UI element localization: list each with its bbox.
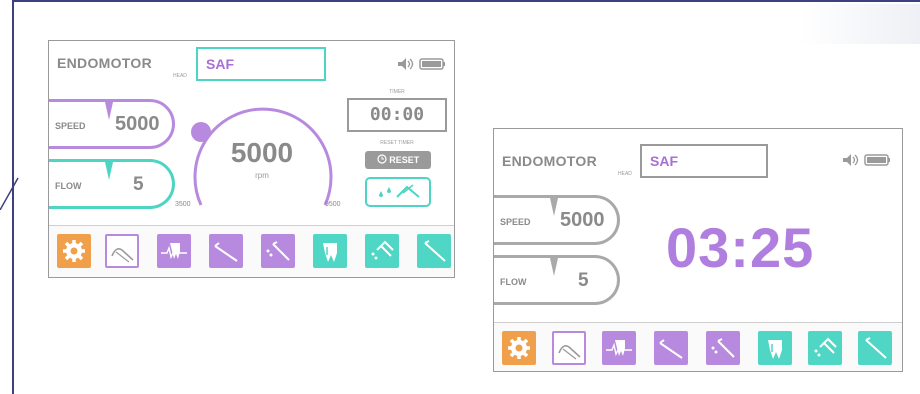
- tool-bar: [49, 225, 454, 277]
- speed-label: SPEED: [55, 121, 86, 131]
- handpiece-tool-button[interactable]: [105, 234, 139, 268]
- speed-control[interactable]: SPEED 5000: [494, 195, 620, 245]
- speed-value: 5000: [560, 209, 605, 231]
- connector-line: [0, 177, 19, 210]
- gear-icon: [508, 337, 530, 359]
- file-icon: [424, 240, 446, 262]
- handpiece-tool-button[interactable]: [552, 331, 586, 365]
- head-select[interactable]: SAF: [640, 144, 768, 178]
- head-select[interactable]: SAF: [196, 47, 326, 81]
- file-tool-button-teal[interactable]: [858, 331, 892, 365]
- endomotor-screen-timer: ENDOMOTOR HEAD SAF SPEED 5000 FLOW 5 03:…: [493, 128, 903, 372]
- dial-min: 3500: [175, 201, 191, 208]
- speed-value: 5000: [115, 113, 160, 135]
- speed-label: SPEED: [500, 217, 531, 227]
- spray-tool-button-teal[interactable]: [365, 234, 399, 268]
- spray-tool-button-teal[interactable]: [808, 331, 842, 365]
- flow-marker: [105, 162, 113, 180]
- spray-tool-button[interactable]: [706, 331, 740, 365]
- flow-marker: [550, 258, 558, 276]
- tool-bar: [494, 322, 902, 371]
- timer-display: 00:00: [347, 98, 447, 132]
- brand-title: ENDOMOTOR: [502, 153, 597, 169]
- dial-unit: rpm: [255, 171, 269, 180]
- sound-battery-icon: [843, 154, 890, 166]
- tooth-icon: [768, 340, 782, 359]
- gear-icon: [63, 240, 85, 262]
- timer-label: TIMER: [389, 89, 405, 95]
- frame-fade: [800, 4, 920, 44]
- tooth-pulse-icon: [161, 243, 187, 260]
- file-tool-button[interactable]: [654, 331, 688, 365]
- head-label: HEAD: [173, 73, 187, 79]
- flow-value: 5: [133, 174, 144, 195]
- speed-marker: [550, 198, 558, 216]
- clock-icon: [377, 154, 387, 164]
- tooth-tool-button[interactable]: [758, 331, 792, 365]
- settings-button[interactable]: [502, 331, 536, 365]
- tooth-pulse-icon: [606, 340, 632, 357]
- spray-handpiece-icon: [379, 184, 420, 198]
- flow-label: FLOW: [500, 277, 527, 287]
- flow-control[interactable]: FLOW 5: [49, 159, 175, 209]
- file-tool-button[interactable]: [209, 234, 243, 268]
- settings-button[interactable]: [57, 234, 91, 268]
- elapsed-timer: 03:25: [666, 216, 815, 279]
- handpiece-icon: [111, 248, 134, 263]
- speed-marker: [105, 102, 113, 120]
- sound-battery-icon: [398, 58, 445, 70]
- flow-label: FLOW: [55, 181, 82, 191]
- file-icon: [865, 337, 887, 359]
- spray-tool-button[interactable]: [261, 234, 295, 268]
- endomotor-screen-main: ENDOMOTOR HEAD SAF SPEED 5000 FLOW 5 500…: [48, 40, 455, 278]
- spray-handpiece-icon: [814, 337, 837, 357]
- file-icon: [214, 242, 238, 262]
- tooth-pulse-tool-button[interactable]: [602, 331, 636, 365]
- brand-title: ENDOMOTOR: [57, 55, 152, 71]
- head-label: HEAD: [618, 171, 632, 177]
- file-tool-button-teal[interactable]: [417, 234, 451, 268]
- tooth-pulse-tool-button[interactable]: [157, 234, 191, 268]
- spray-handpiece-icon: [711, 338, 735, 358]
- speed-control[interactable]: SPEED 5000: [49, 99, 175, 149]
- flow-value: 5: [578, 270, 589, 291]
- dial-max: 9500: [325, 201, 341, 208]
- reset-timer-label: RESET TIMER: [380, 140, 414, 146]
- file-icon: [659, 339, 683, 359]
- tooth-tool-button[interactable]: [313, 234, 347, 268]
- tooth-icon: [323, 243, 337, 262]
- reset-button-label: RESET: [389, 155, 420, 165]
- spray-toggle-button[interactable]: [365, 177, 431, 207]
- spray-handpiece-icon: [266, 241, 290, 261]
- dial-value: 5000: [230, 137, 294, 168]
- spray-handpiece-icon: [371, 240, 394, 260]
- reset-button[interactable]: RESET: [365, 151, 431, 169]
- handpiece-icon: [558, 345, 581, 360]
- flow-control[interactable]: FLOW 5: [494, 255, 620, 305]
